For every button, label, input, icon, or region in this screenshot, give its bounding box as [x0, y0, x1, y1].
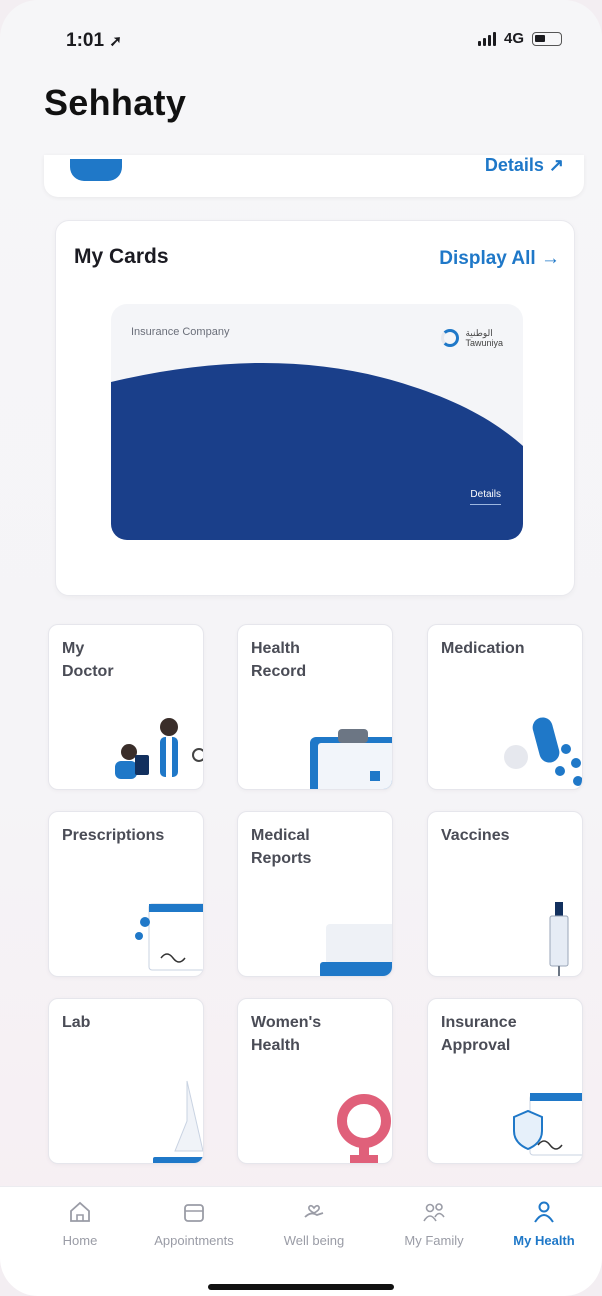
tab-my-health[interactable]: My Health	[494, 1199, 594, 1248]
tab-appointments[interactable]: Appointments	[134, 1199, 254, 1248]
insurer-logo: الوطنية Tawuniya	[441, 328, 503, 348]
tab-my-family[interactable]: My Family	[374, 1199, 494, 1248]
tile-my-doctor[interactable]: My Doctor	[48, 624, 204, 790]
lab-flask-illustration-icon	[153, 1080, 203, 1163]
card-icon	[70, 159, 122, 181]
syringe-illustration-icon	[549, 902, 569, 976]
tile-health-record[interactable]: Health Record	[237, 624, 393, 790]
display-all-link[interactable]: Display All →	[439, 248, 560, 270]
tile-lab[interactable]: Lab	[48, 998, 204, 1164]
status-bar: 1:01 ➚ 4G	[0, 0, 602, 78]
doctor-illustration-icon	[115, 718, 203, 779]
insurer-logo-icon	[441, 329, 460, 347]
pills-illustration-icon	[504, 717, 582, 786]
tile-medical-reports[interactable]: Medical Reports	[237, 811, 393, 977]
scrolled-card[interactable]: Details ↗	[44, 155, 584, 197]
tile-medication[interactable]: Medication	[427, 624, 583, 790]
home-icon	[70, 1201, 90, 1222]
insurance-company-label: Insurance Company	[131, 326, 230, 338]
clipboard-illustration-icon	[310, 729, 392, 789]
tab-well-being[interactable]: Well being	[254, 1199, 374, 1248]
tile-womens-health[interactable]: Women's Health	[237, 998, 393, 1164]
home-indicator	[208, 1284, 394, 1290]
network-label: 4G	[503, 30, 524, 47]
page-title: Sehhaty	[44, 82, 187, 123]
insurance-card[interactable]: Insurance Company الوطنية Tawuniya Detail…	[111, 304, 523, 540]
signal-icon	[477, 31, 496, 46]
calendar-icon	[184, 1204, 204, 1222]
tile-insurance-approval[interactable]: Insurance Approval	[427, 998, 583, 1164]
top-card-details-link[interactable]: Details ↗	[485, 155, 564, 176]
my-cards-title: My Cards	[74, 245, 169, 268]
hand-heart-icon	[304, 1204, 324, 1218]
battery-icon	[532, 31, 562, 46]
insurance-shield-illustration-icon	[513, 1093, 582, 1156]
tile-prescriptions[interactable]: Prescriptions	[48, 811, 204, 977]
tile-vaccines[interactable]: Vaccines	[427, 811, 583, 977]
card-details-link[interactable]: Details	[470, 489, 501, 505]
status-indicators: 4G	[477, 30, 562, 47]
person-health-icon	[534, 1201, 554, 1223]
family-icon	[423, 1203, 445, 1222]
bottom-tab-bar: Home Appointments Well being My Family M…	[0, 1186, 602, 1296]
prescription-illustration-icon	[135, 903, 203, 971]
phone-screen: 1:01 ➚ 4G Sehhaty Details ↗ My Cards Dis…	[0, 0, 602, 1296]
tab-home[interactable]: Home	[20, 1199, 140, 1248]
status-time: 1:01 ➚	[66, 30, 122, 51]
female-symbol-icon	[337, 1094, 391, 1163]
report-illustration-icon	[320, 924, 392, 976]
my-cards-section: My Cards Display All → Insurance Company…	[55, 220, 575, 596]
